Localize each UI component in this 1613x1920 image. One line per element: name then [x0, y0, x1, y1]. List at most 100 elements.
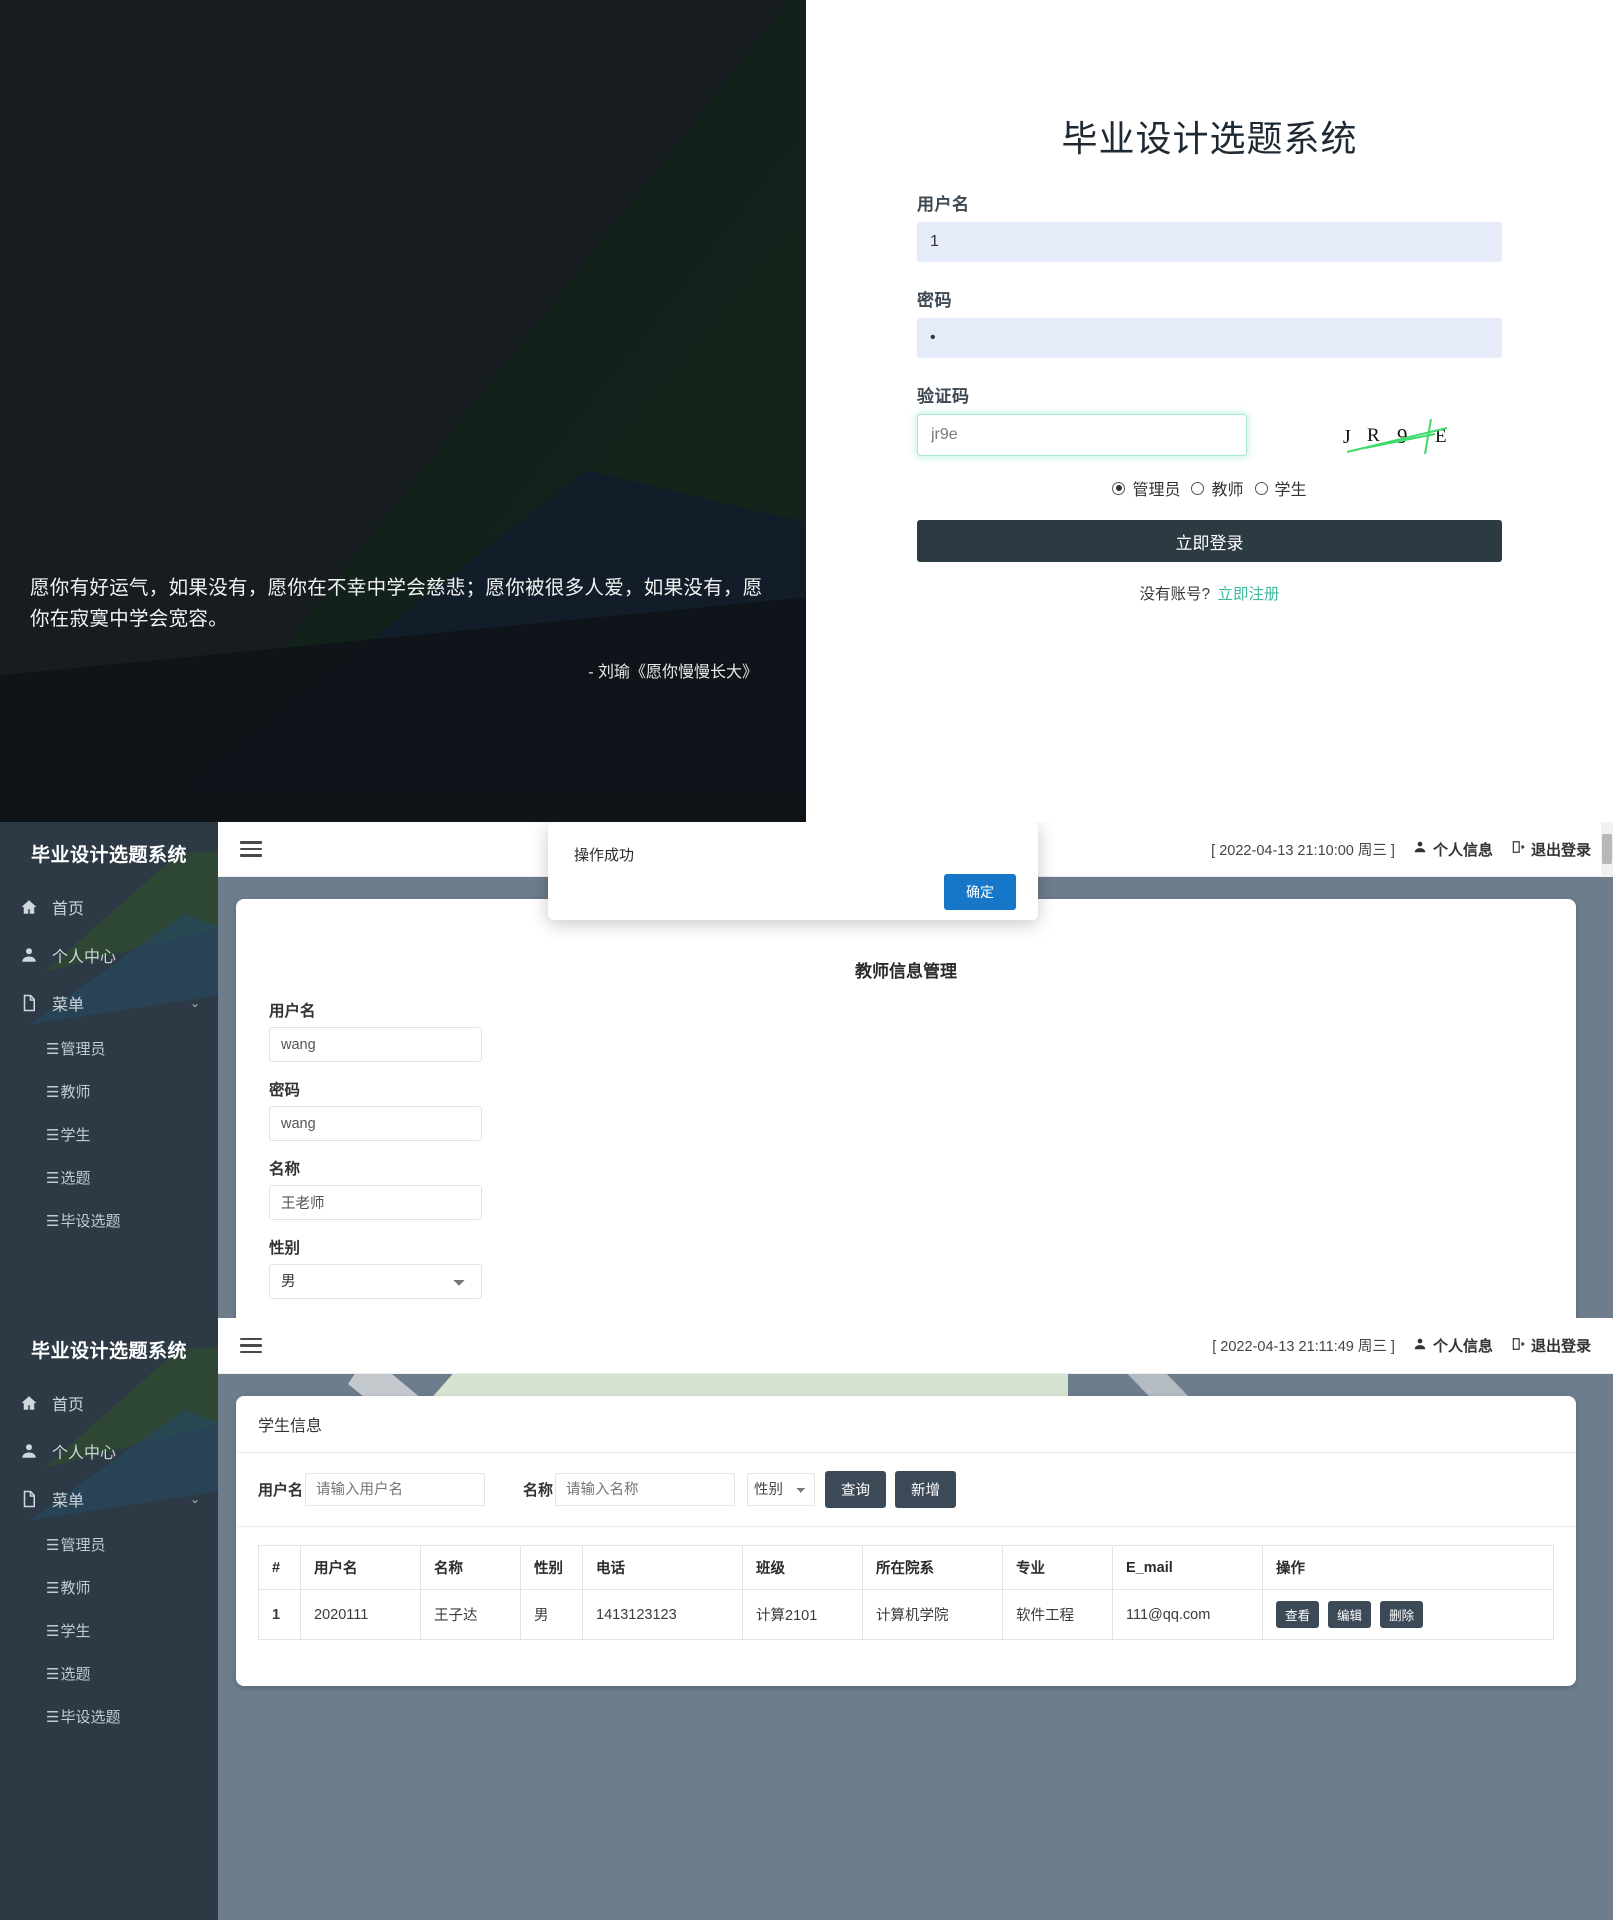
teacher-form: 用户名 密码 名称 性别 男: [269, 999, 499, 1299]
cell-actions: 查看 编辑 删除: [1262, 1589, 1554, 1640]
profile-link[interactable]: 个人信息: [1413, 839, 1493, 860]
table-header-row: # 用户名 名称 性别 电话 班级 所在院系 专业 E_mail 操作: [258, 1545, 1554, 1590]
success-modal: 操作成功 确定: [548, 822, 1038, 920]
sidebar-subitem-admin[interactable]: ☰ 管理员: [0, 1027, 218, 1070]
add-button[interactable]: 新增: [895, 1471, 957, 1508]
sidebar-subitem-label: 毕设选题: [60, 1213, 121, 1230]
teacher-gender-select[interactable]: 男: [269, 1264, 482, 1299]
file-icon: [20, 1490, 38, 1508]
password-label: 密码: [917, 291, 952, 310]
table-row[interactable]: 1 2020111 王子达 男 1413123123 计算2101 计算机学院 …: [258, 1589, 1554, 1640]
cell-class: 计算2101: [742, 1589, 863, 1640]
th-class: 班级: [742, 1545, 863, 1590]
login-title: 毕业设计选题系统: [1061, 118, 1358, 159]
search-gender-select[interactable]: 性别: [747, 1473, 816, 1506]
student-workarea: 学生信息 用户名 名称 性别 查询 新增 #: [218, 1374, 1613, 1920]
th-name: 名称: [420, 1545, 521, 1590]
hamburger-menu-icon[interactable]: [240, 1334, 262, 1358]
sidebar-subitem-topic[interactable]: ☰ 选题: [0, 1652, 218, 1695]
teacher-username-input[interactable]: [269, 1027, 482, 1062]
logout-link-label: 退出登录: [1530, 841, 1591, 859]
role-option-teacher[interactable]: 教师: [1191, 476, 1244, 500]
logout-icon: [1511, 1337, 1525, 1355]
password-input[interactable]: [917, 318, 1502, 358]
home-icon: [20, 898, 38, 916]
login-page: 愿你有好运气，如果没有，愿你在不幸中学会慈悲；愿你被很多人爱，如果没有，愿你在寂…: [0, 0, 1613, 822]
student-table: # 用户名 名称 性别 电话 班级 所在院系 专业 E_mail 操作 1 20…: [258, 1545, 1554, 1640]
sidebar-subitem-label: 管理员: [60, 1537, 106, 1554]
sidebar-subitem-topic[interactable]: ☰ 选题: [0, 1156, 218, 1199]
quote-author: - 刘瑜《愿你慢慢长大》: [588, 664, 758, 681]
sidebar-subitem-teacher[interactable]: ☰ 教师: [0, 1566, 218, 1609]
teacher-workarea: 教师信息管理 用户名 密码 名称 性别 男: [218, 877, 1613, 1318]
sidebar-subitem-teacher[interactable]: ☰ 教师: [0, 1070, 218, 1113]
role-label-admin: 管理员: [1132, 482, 1181, 499]
sidebar-brand: 毕业设计选题系统: [30, 1341, 187, 1362]
view-button[interactable]: 查看: [1276, 1601, 1320, 1628]
captcha-input[interactable]: [917, 414, 1247, 456]
th-gender: 性别: [520, 1545, 583, 1590]
th-phone: 电话: [582, 1545, 743, 1590]
sidebar-item-menu[interactable]: 菜单 ⌄: [0, 979, 218, 1027]
scrollbar-thumb[interactable]: [1602, 834, 1612, 864]
sidebar-item-profile[interactable]: 个人中心: [0, 931, 218, 979]
list-icon: ☰: [46, 1623, 59, 1640]
chevron-down-icon[interactable]: ⌄: [190, 996, 200, 1010]
sidebar-item-home[interactable]: 首页: [0, 1379, 218, 1427]
radio-icon[interactable]: [1254, 481, 1268, 495]
logout-link-label: 退出登录: [1530, 1338, 1591, 1355]
query-button[interactable]: 查询: [825, 1471, 887, 1508]
delete-button[interactable]: 删除: [1380, 1601, 1424, 1628]
current-datetime: [ 2022-04-13 21:11:49 周三 ]: [1212, 1339, 1395, 1355]
captcha-row: J R 9 E: [917, 414, 1502, 456]
cell-index: 1: [258, 1589, 301, 1640]
search-name-input[interactable]: [555, 1473, 736, 1506]
sidebar-brand: 毕业设计选题系统: [30, 845, 187, 866]
profile-link[interactable]: 个人信息: [1413, 1335, 1493, 1356]
sidebar-item-home[interactable]: 首页: [0, 883, 218, 931]
logout-link[interactable]: 退出登录: [1511, 839, 1591, 860]
sidebar-subitem-student[interactable]: ☰ 学生: [0, 1609, 218, 1652]
teacher-name-input[interactable]: [269, 1185, 482, 1220]
register-link[interactable]: 立即注册: [1217, 586, 1279, 603]
login-button[interactable]: 立即登录: [917, 520, 1502, 562]
profile-link-label: 个人信息: [1432, 841, 1493, 859]
list-icon: ☰: [46, 1084, 59, 1101]
cell-major: 软件工程: [1002, 1589, 1113, 1640]
login-fields: 用户名 密码 验证码 J R 9: [917, 190, 1502, 456]
radio-icon[interactable]: [1112, 481, 1126, 495]
svg-text:J: J: [1343, 426, 1351, 448]
logout-link[interactable]: 退出登录: [1511, 1335, 1591, 1356]
sidebar-item-menu[interactable]: 菜单 ⌄: [0, 1475, 218, 1523]
radio-icon[interactable]: [1191, 481, 1205, 495]
sidebar-item-profile[interactable]: 个人中心: [0, 1427, 218, 1475]
sidebar-subitem-graduation-topic[interactable]: ☰ 毕设选题: [0, 1199, 218, 1242]
cell-username: 2020111: [300, 1589, 421, 1640]
captcha-label: 验证码: [917, 387, 970, 406]
search-name-label: 名称: [523, 1482, 554, 1499]
role-option-admin[interactable]: 管理员: [1112, 476, 1180, 500]
modal-confirm-button[interactable]: 确定: [944, 874, 1016, 910]
user-icon: [1413, 840, 1427, 858]
sidebar-item-label: 个人中心: [52, 1445, 117, 1462]
search-username-input[interactable]: [305, 1473, 486, 1506]
quote-text: 愿你有好运气，如果没有，愿你在不幸中学会慈悲；愿你被很多人爱，如果没有，愿你在寂…: [30, 576, 763, 631]
captcha-image[interactable]: J R 9 E: [1339, 415, 1459, 455]
search-username-label: 用户名: [258, 1482, 304, 1499]
username-input[interactable]: [917, 222, 1502, 262]
login-form-panel: 毕业设计选题系统 用户名 密码 验证码 J R: [806, 0, 1613, 822]
sidebar-subitem-graduation-topic[interactable]: ☰ 毕设选题: [0, 1695, 218, 1738]
register-row: 没有账号? 立即注册: [806, 582, 1613, 604]
chevron-down-icon[interactable]: ⌄: [190, 1492, 200, 1506]
scrollbar-vertical[interactable]: [1601, 822, 1613, 877]
home-icon: [20, 1394, 38, 1412]
edit-button[interactable]: 编辑: [1328, 1601, 1372, 1628]
hamburger-menu-icon[interactable]: [240, 837, 262, 861]
list-icon: ☰: [46, 1537, 59, 1554]
teacher-password-input[interactable]: [269, 1106, 482, 1141]
sidebar-item-label: 菜单: [52, 1493, 85, 1510]
sidebar-subitem-admin[interactable]: ☰ 管理员: [0, 1523, 218, 1566]
role-option-student[interactable]: 学生: [1254, 476, 1307, 500]
sidebar-subitem-student[interactable]: ☰ 学生: [0, 1113, 218, 1156]
cell-gender: 男: [520, 1589, 583, 1640]
